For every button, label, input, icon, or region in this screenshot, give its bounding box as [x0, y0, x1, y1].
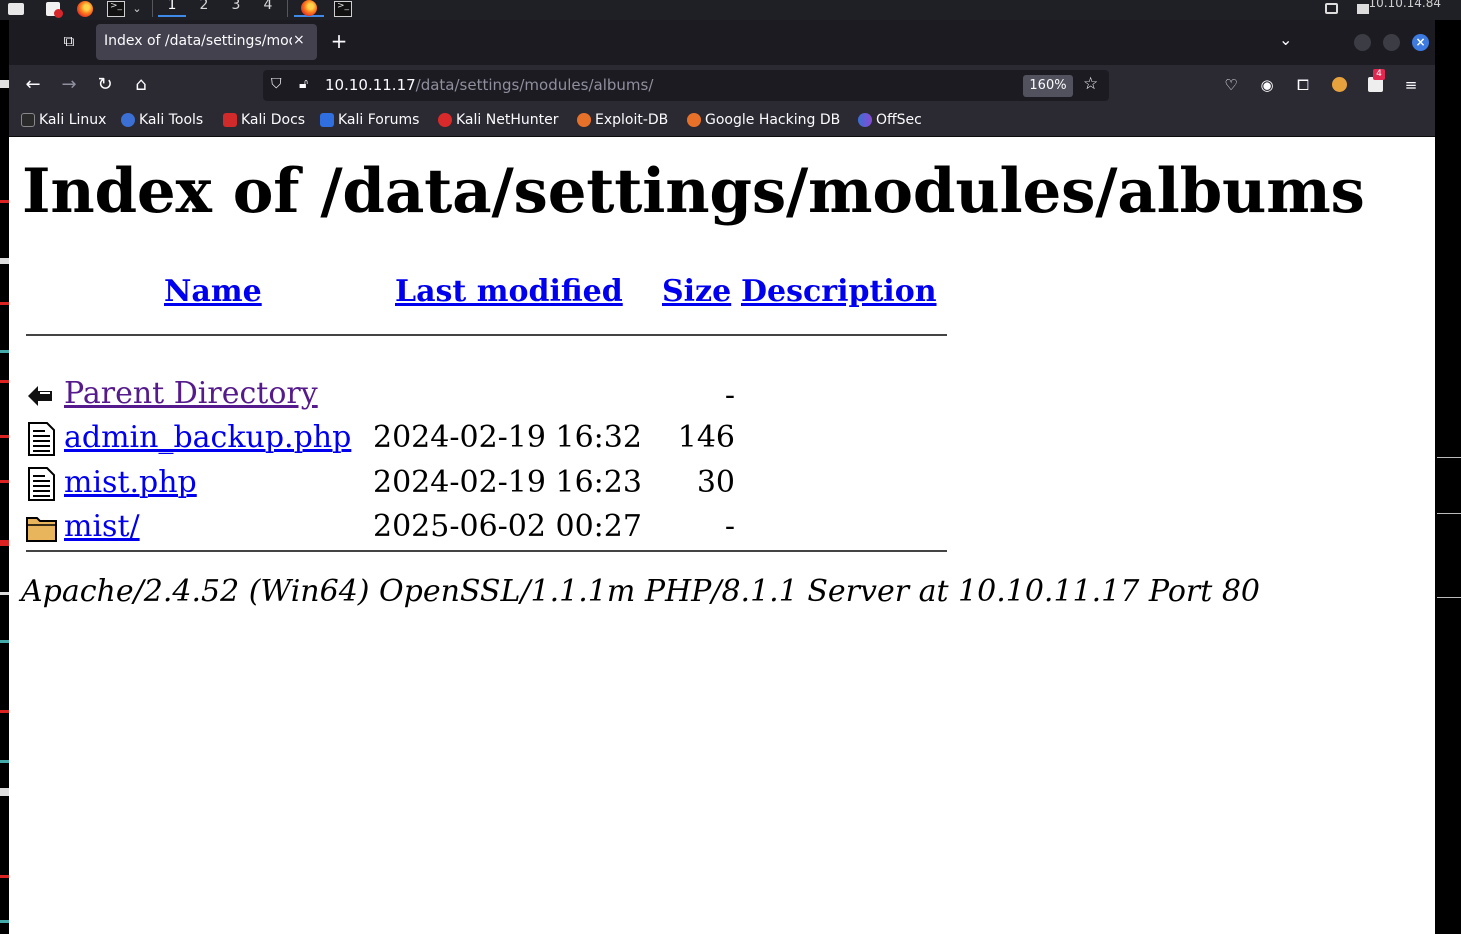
kali-forums-icon [320, 113, 334, 127]
page-content: Index of /data/settings/modules/albums N… [9, 138, 1435, 934]
divider-top [26, 334, 947, 336]
page-title: Index of /data/settings/modules/albums [22, 156, 1365, 227]
offsec-icon [858, 113, 872, 127]
tab-bar: ⧉ Index of /data/settings/modules/albums… [9, 20, 1435, 65]
kali-tools-icon [121, 113, 135, 127]
bookmarks-toolbar: Kali Linux Kali Tools Kali Docs Kali For… [9, 105, 1435, 137]
reload-icon[interactable]: ↻ [93, 73, 117, 97]
row-size: 146 [677, 420, 735, 455]
row-link-admin-backup[interactable]: admin_backup.php [64, 420, 351, 455]
url-bar[interactable]: ⛉ 🔓︎ 10.10.11.17/data/settings/modules/a… [263, 70, 1109, 101]
workspace-4[interactable]: 4 [254, 0, 282, 17]
minimize-button[interactable] [1354, 34, 1371, 51]
text-file-icon [25, 467, 57, 501]
column-header-last-modified[interactable]: Last modified [395, 274, 623, 309]
kali-docs-icon [223, 113, 237, 127]
tracking-shield-icon[interactable]: ⛉ [271, 76, 282, 92]
insecure-lock-icon[interactable]: 🔓︎ [299, 76, 308, 92]
row-link-mist-php[interactable]: mist.php [64, 465, 197, 500]
row-size: - [724, 378, 735, 413]
firefox-launcher-icon[interactable] [74, 0, 96, 17]
back-arrow-icon[interactable]: ← [21, 73, 45, 97]
taskbar-terminal-icon[interactable]: >_ [332, 0, 354, 17]
terminal-launcher-icon[interactable]: >_ [105, 0, 127, 17]
row-size: 30 [696, 465, 735, 500]
bookmark-kali-linux[interactable]: Kali Linux [21, 112, 106, 128]
workspace-2[interactable]: 2 [190, 0, 218, 17]
close-window-button[interactable]: × [1412, 34, 1429, 51]
screen-lock-icon[interactable] [1322, 0, 1340, 17]
column-header-size[interactable]: Size [662, 274, 731, 309]
url-path: /data/settings/modules/albums/ [415, 76, 654, 94]
bookmark-kali-forums[interactable]: Kali Forums [320, 112, 419, 128]
app-menu-icon[interactable] [6, 0, 26, 17]
row-link-parent-directory[interactable]: Parent Directory [64, 376, 318, 411]
url-text[interactable]: 10.10.11.17/data/settings/modules/albums… [325, 76, 653, 94]
navigation-toolbar: ← → ↻ ⌂ ⛉ 🔓︎ 10.10.11.17/data/settings/m… [9, 65, 1435, 105]
column-header-description[interactable]: Description [741, 274, 937, 309]
bookmark-google-hacking-db[interactable]: Google Hacking DB [687, 112, 840, 128]
zoom-level-button[interactable]: 160% [1023, 75, 1073, 97]
bookmark-kali-docs[interactable]: Kali Docs [223, 112, 305, 128]
extension-count-badge: 4 [1373, 69, 1385, 80]
divider-bottom [26, 550, 947, 552]
row-link-mist-folder[interactable]: mist/ [64, 509, 140, 544]
tab-title: Index of /data/settings/modules/albums/ [104, 33, 292, 49]
bookmark-kali-tools[interactable]: Kali Tools [121, 112, 203, 128]
bookmark-offsec[interactable]: OffSec [858, 112, 922, 128]
folder-icon [25, 512, 57, 544]
firefox-window: ⧉ Index of /data/settings/modules/albums… [9, 20, 1435, 934]
text-file-icon [25, 422, 57, 456]
background-terminal-right [1435, 20, 1461, 934]
hamburger-menu-icon[interactable]: ≡ [1400, 74, 1422, 96]
server-signature: Apache/2.4.52 (Win64) OpenSSL/1.1.1m PHP… [21, 574, 1261, 609]
back-icon [25, 378, 57, 410]
maximize-button[interactable] [1383, 34, 1400, 51]
nethunter-icon [438, 113, 452, 127]
row-size: - [724, 509, 735, 544]
new-tab-button[interactable]: + [329, 30, 349, 52]
workspace-3[interactable]: 3 [222, 0, 250, 17]
bookmark-kali-nethunter[interactable]: Kali NetHunter [438, 112, 558, 128]
home-icon[interactable]: ⌂ [129, 73, 153, 97]
pocket-icon[interactable]: ♡ [1220, 74, 1242, 96]
firefox-view-icon[interactable]: ⧉ [59, 32, 79, 52]
account-icon[interactable]: ◉ [1256, 74, 1278, 96]
cookie-extension-icon[interactable] [1328, 74, 1350, 96]
tab-active[interactable]: Index of /data/settings/modules/albums/ … [96, 24, 317, 60]
exploit-db-icon [577, 113, 591, 127]
background-terminal-left [0, 20, 9, 934]
vpn-ip-label: 10.10.14.84 [1368, 0, 1441, 10]
url-host: 10.10.11.17 [325, 76, 416, 94]
bookmark-star-icon[interactable]: ☆ [1083, 74, 1098, 94]
file-manager-icon[interactable] [42, 0, 64, 18]
row-modified: 2024-02-19 16:23 [373, 465, 642, 500]
row-modified: 2024-02-19 16:32 [373, 420, 642, 455]
system-panel: >_ ⌄ 1 2 3 4 >_ 10.10.14.84 [0, 0, 1461, 20]
extensions-icon[interactable]: ⧠ [1292, 74, 1314, 96]
close-tab-icon[interactable]: × [293, 32, 305, 48]
taskbar-firefox-icon[interactable] [294, 0, 324, 17]
list-all-tabs-chevron-icon[interactable]: ⌄ [1279, 30, 1292, 49]
row-modified: 2025-06-02 00:27 [373, 509, 642, 544]
kali-dragon-icon [21, 113, 35, 127]
workspace-1[interactable]: 1 [158, 0, 186, 17]
column-header-name[interactable]: Name [164, 274, 262, 309]
ghdb-icon [687, 113, 701, 127]
chevron-down-icon[interactable]: ⌄ [130, 0, 144, 17]
forward-arrow-icon[interactable]: → [57, 73, 81, 97]
bookmark-exploit-db[interactable]: Exploit-DB [577, 112, 668, 128]
